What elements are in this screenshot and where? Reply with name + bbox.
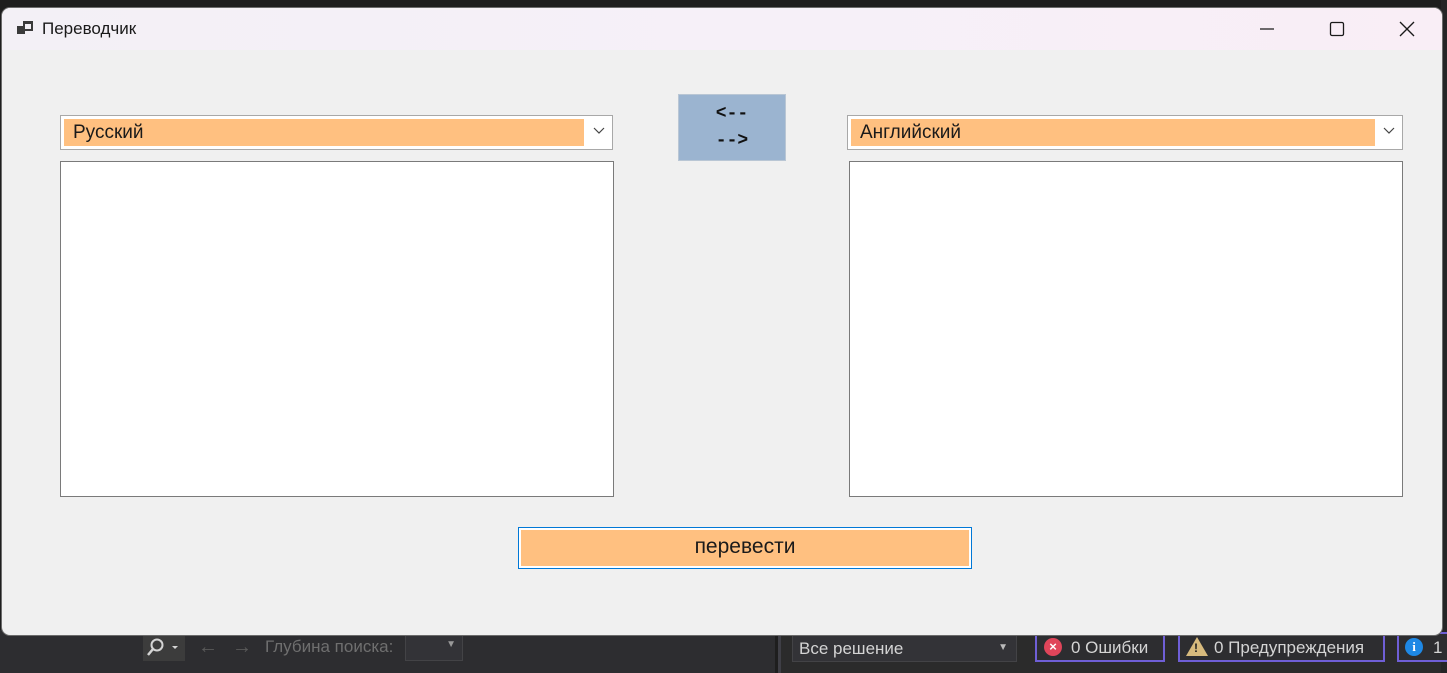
app-window-icon	[17, 21, 33, 34]
translator-window: Переводчик Русский <-- --> Английский пе…	[2, 8, 1442, 635]
errors-filter-button[interactable]: × 0 Ошибки	[1035, 632, 1165, 662]
swap-button-line-1: <--	[715, 104, 749, 124]
chevron-down-icon	[593, 127, 605, 134]
title-bar[interactable]: Переводчик	[2, 8, 1442, 50]
close-icon	[1399, 21, 1415, 37]
error-icon: ×	[1044, 638, 1062, 656]
search-depth-select[interactable]: ▼	[405, 634, 463, 661]
window-title: Переводчик	[42, 19, 137, 38]
swap-button-line-2: -->	[715, 131, 749, 151]
maximize-button[interactable]	[1302, 8, 1372, 50]
warnings-filter-button[interactable]: ! 0 Предупреждения	[1178, 632, 1385, 662]
source-text-input[interactable]	[60, 161, 614, 497]
chevron-down-icon: ▼	[998, 642, 1008, 653]
source-language-select[interactable]: Русский	[60, 115, 613, 150]
info-icon: i	[1405, 638, 1423, 656]
warning-icon: !	[1186, 637, 1208, 656]
messages-count: 1	[1433, 638, 1443, 657]
errors-count: 0 Ошибки	[1071, 638, 1149, 657]
minimize-icon	[1260, 28, 1274, 30]
target-text-output[interactable]	[849, 161, 1403, 497]
back-arrow-icon[interactable]: ←	[198, 636, 218, 659]
search-icon	[147, 638, 178, 656]
search-depth-label: Глубина поиска:	[265, 637, 394, 656]
warnings-count: 0 Предупреждения	[1214, 638, 1365, 657]
chevron-down-icon: ▼	[446, 639, 456, 650]
target-language-select[interactable]: Английский	[847, 115, 1403, 150]
chevron-down-icon	[1383, 127, 1395, 134]
scope-select[interactable]: Все решение ▼	[792, 634, 1017, 662]
source-language-value: Русский	[64, 119, 584, 146]
minimize-button[interactable]	[1232, 8, 1302, 50]
messages-filter-button[interactable]: i 1	[1397, 632, 1447, 662]
maximize-icon	[1329, 21, 1345, 37]
forward-arrow-icon[interactable]: →	[232, 636, 252, 659]
close-button[interactable]	[1372, 8, 1442, 50]
ide-search-button[interactable]	[143, 634, 185, 661]
target-language-value: Английский	[851, 119, 1375, 146]
swap-languages-button[interactable]: <-- -->	[678, 94, 786, 161]
scope-select-value: Все решение	[799, 639, 904, 658]
translate-button[interactable]: перевести	[518, 527, 972, 569]
